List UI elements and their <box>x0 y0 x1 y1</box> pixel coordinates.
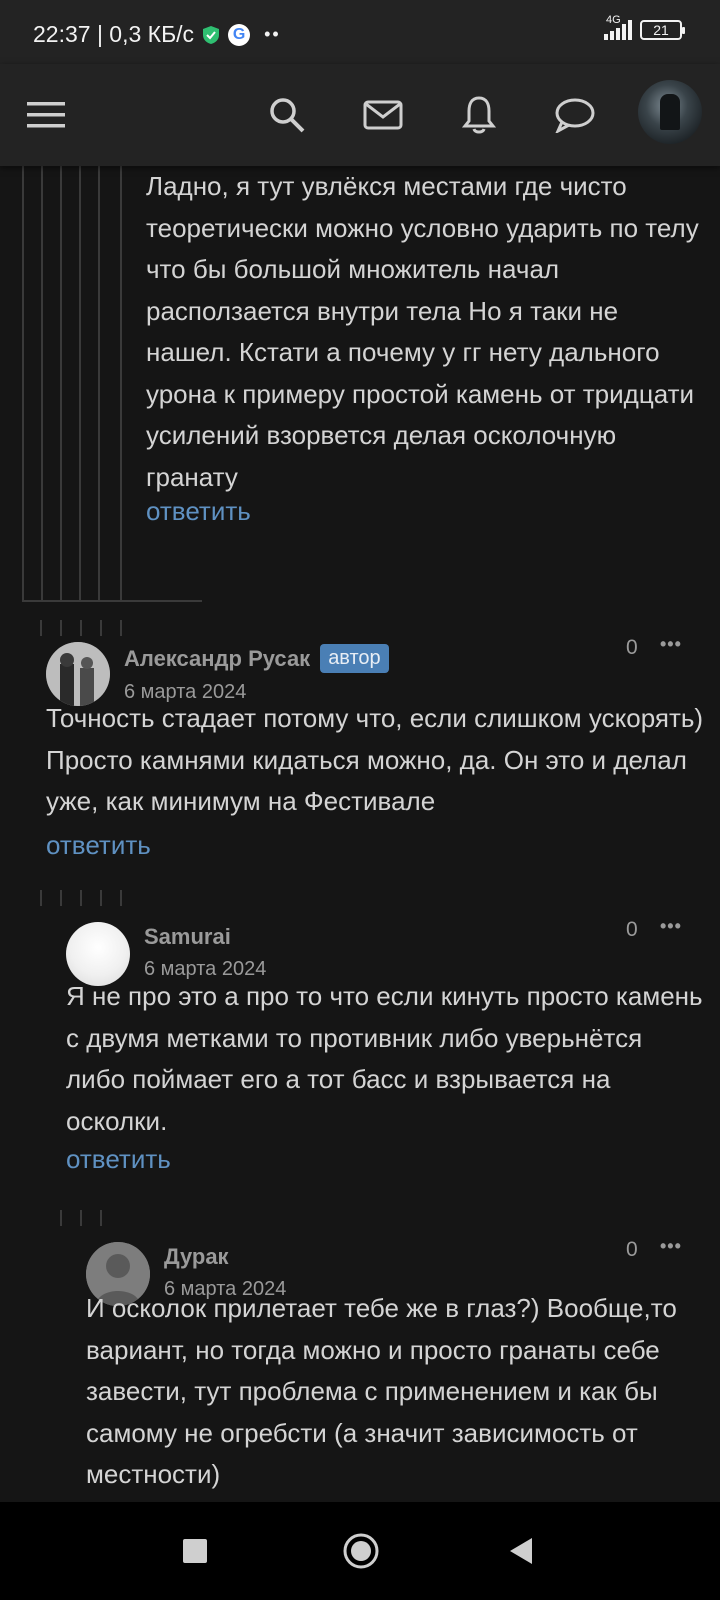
search-icon[interactable] <box>262 90 312 140</box>
mail-icon[interactable] <box>358 90 408 140</box>
more-options-icon[interactable]: ••• <box>660 634 682 655</box>
signal-icon: 4G <box>604 14 632 40</box>
thread-depth-marks <box>40 620 122 636</box>
thread-line <box>22 600 202 602</box>
thread-depth-marks <box>60 1210 102 1226</box>
user-avatar[interactable] <box>638 80 702 144</box>
network-type: 4G <box>606 14 621 26</box>
thread-line <box>79 166 81 602</box>
author-avatar[interactable] <box>46 642 110 706</box>
thread-line <box>120 166 122 602</box>
comment-body: И осколок прилетает тебе же в глаз?) Воо… <box>86 1293 677 1489</box>
thread-depth-marks <box>40 890 122 906</box>
chat-icon[interactable] <box>550 90 600 140</box>
status-time-speed: 22:37 | 0,3 КБ/с <box>33 21 195 47</box>
thread-line <box>60 166 62 602</box>
status-bar: 22:37 | 0,3 КБ/с G •• 4G 21 <box>0 0 720 64</box>
comment-score: 0 <box>626 636 638 659</box>
more-notifications-icon: •• <box>264 24 281 44</box>
thread-line <box>22 166 24 602</box>
battery-icon: 21 <box>640 20 685 40</box>
more-options-icon[interactable]: ••• <box>660 1236 682 1257</box>
comment-header: Александр Русак автор 6 марта 2024 <box>46 642 389 706</box>
thread-line <box>40 890 42 906</box>
reply-link[interactable]: ответить <box>66 1144 171 1175</box>
reply-link[interactable]: ответить <box>46 830 151 861</box>
system-nav-bar <box>0 1502 720 1600</box>
shield-icon <box>203 25 220 44</box>
comments-feed[interactable]: Ладно, я тут увлёкся местами где чисто т… <box>0 166 720 1502</box>
author-name[interactable]: Дурак <box>164 1244 229 1270</box>
thread-line <box>98 166 100 602</box>
menu-icon[interactable] <box>22 90 72 140</box>
more-options-icon[interactable]: ••• <box>660 916 682 937</box>
comment-score: 0 <box>626 1238 638 1261</box>
reply-link[interactable]: ответить <box>146 496 251 527</box>
thread-line <box>41 166 43 602</box>
battery-level: 21 <box>653 22 669 38</box>
recent-apps-button[interactable] <box>182 1538 208 1569</box>
bell-icon[interactable] <box>454 90 504 140</box>
back-button[interactable] <box>508 1536 534 1571</box>
comment-body: Точность стадает потому что, если слишко… <box>46 703 704 816</box>
google-icon: G <box>228 23 251 46</box>
comment-body: Ладно, я тут увлёкся местами где чисто т… <box>146 171 699 492</box>
comment-body: Я не про это а про то что если кинуть пр… <box>66 981 703 1136</box>
author-name[interactable]: Александр Русак <box>124 646 310 672</box>
author-badge: автор <box>320 644 389 673</box>
comment-score: 0 <box>626 918 638 941</box>
app-bar <box>0 64 720 166</box>
thread-line <box>60 1210 62 1226</box>
author-name[interactable]: Samurai <box>144 924 231 950</box>
home-button[interactable] <box>342 1532 380 1575</box>
